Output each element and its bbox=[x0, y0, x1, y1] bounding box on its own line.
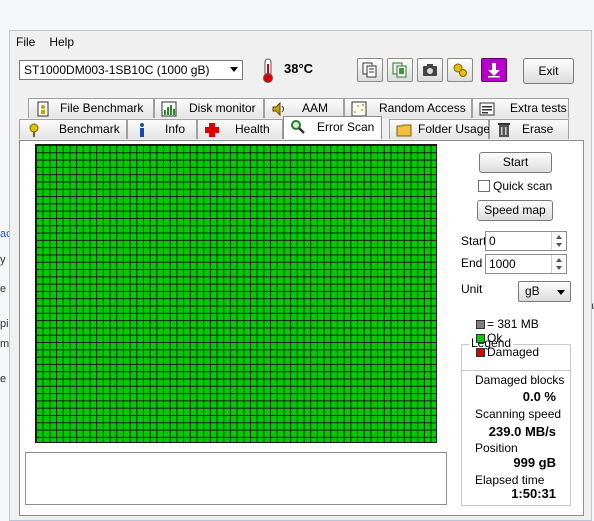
camera-icon bbox=[423, 64, 437, 76]
spin-up-icon bbox=[556, 235, 562, 239]
tab-aam[interactable]: AAM bbox=[264, 98, 344, 118]
end-position-input[interactable]: 1000 bbox=[485, 254, 567, 274]
trash-icon bbox=[498, 123, 510, 137]
quick-scan-label: Quick scan bbox=[493, 179, 553, 193]
spin-down-icon bbox=[556, 266, 562, 270]
tab-label: File Benchmark bbox=[60, 101, 144, 115]
options-button[interactable] bbox=[447, 58, 473, 82]
tab-extra-tests[interactable]: Extra tests bbox=[472, 98, 569, 118]
speed-map-button[interactable]: Speed map bbox=[477, 200, 553, 221]
tab-label: Info bbox=[165, 122, 186, 136]
tab-label: Erase bbox=[522, 122, 554, 136]
legend-damaged: Damaged bbox=[487, 345, 540, 359]
ok-swatch bbox=[476, 334, 485, 343]
info-icon bbox=[140, 123, 144, 137]
file-benchmark-icon bbox=[37, 101, 49, 117]
position-value: 999 gB bbox=[513, 455, 556, 470]
scanning-speed-value: 239.0 MB/s bbox=[488, 424, 556, 439]
spin-arrows[interactable] bbox=[551, 232, 566, 250]
tab-info[interactable]: Info bbox=[127, 119, 197, 139]
copy-info-button[interactable] bbox=[387, 58, 413, 82]
spin-up-icon bbox=[556, 258, 562, 262]
random-access-icon bbox=[351, 101, 367, 117]
magnifier-icon bbox=[291, 120, 305, 134]
background-text-fragment: y bbox=[0, 254, 6, 266]
extra-tests-icon bbox=[479, 102, 495, 116]
copy-text-button[interactable] bbox=[357, 58, 383, 82]
tab-label: Disk monitor bbox=[189, 101, 256, 115]
chevron-down-icon bbox=[230, 67, 238, 72]
copy-info-icon bbox=[392, 62, 407, 78]
tab-label: Extra tests bbox=[510, 101, 567, 115]
tab-random-access[interactable]: Random Access bbox=[344, 98, 472, 118]
damaged-blocks-label: Damaged blocks bbox=[475, 373, 565, 387]
tab-file-benchmark[interactable]: File Benchmark bbox=[28, 98, 154, 118]
hdtune-window: File Help ST1000DM003-1SB10C (1000 gB) 3… bbox=[9, 30, 592, 521]
end-position-value: 1000 bbox=[489, 257, 516, 271]
start-position-input[interactable]: 0 bbox=[485, 231, 567, 251]
elapsed-time-label: Elapsed time bbox=[475, 473, 545, 487]
tab-disk-monitor[interactable]: Disk monitor bbox=[154, 98, 264, 118]
start-scan-button[interactable]: Start bbox=[479, 152, 552, 173]
unit-select-value: gB bbox=[525, 284, 540, 298]
chevron-down-icon bbox=[557, 290, 565, 295]
thermometer-icon bbox=[263, 58, 273, 83]
block-size-swatch bbox=[476, 320, 485, 329]
tab-label: Benchmark bbox=[59, 122, 120, 136]
menu-file[interactable]: File bbox=[16, 33, 35, 51]
download-arrow-icon bbox=[488, 63, 500, 78]
speaker-icon bbox=[272, 101, 284, 117]
scanning-speed-label: Scanning speed bbox=[475, 407, 562, 421]
tab-label: Random Access bbox=[379, 101, 466, 115]
menu-bar: File Help bbox=[16, 33, 74, 51]
scan-log-box bbox=[25, 452, 447, 505]
drive-select[interactable]: ST1000DM003-1SB10C (1000 gB) bbox=[19, 60, 243, 80]
elapsed-time-value: 1:50:31 bbox=[511, 486, 556, 501]
end-position-label: End bbox=[461, 256, 483, 270]
options-icon bbox=[453, 63, 467, 77]
spin-down-icon bbox=[556, 243, 562, 247]
legend-ok: Ok bbox=[487, 331, 503, 345]
start-position-label: Start bbox=[461, 234, 487, 248]
unit-label: Unit bbox=[461, 282, 483, 296]
copy-text-icon bbox=[362, 62, 377, 78]
legend-block-size: = 381 MB bbox=[487, 317, 539, 331]
tab-label: Health bbox=[235, 122, 270, 136]
damaged-swatch bbox=[476, 348, 485, 357]
damaged-blocks-value: 0.0 % bbox=[522, 389, 556, 404]
folder-icon bbox=[396, 124, 412, 137]
background-text-fragment: m bbox=[0, 338, 10, 350]
tab-erase[interactable]: Erase bbox=[489, 119, 569, 139]
tab-folder-usage[interactable]: Folder Usage bbox=[389, 119, 491, 139]
drive-select-value: ST1000DM003-1SB10C (1000 gB) bbox=[24, 63, 210, 77]
start-position-value: 0 bbox=[489, 234, 496, 248]
spin-arrows[interactable] bbox=[551, 255, 566, 273]
benchmark-icon bbox=[29, 123, 39, 137]
tab-label: Folder Usage bbox=[418, 122, 491, 136]
menu-help[interactable]: Help bbox=[49, 33, 74, 51]
background-text-fragment: pi bbox=[0, 318, 9, 330]
tab-error-scan[interactable]: Error Scan bbox=[283, 116, 382, 139]
disk-monitor-icon bbox=[161, 101, 177, 117]
tab-health[interactable]: Health bbox=[197, 119, 283, 139]
health-cross-icon bbox=[205, 123, 219, 137]
tab-label: Error Scan bbox=[317, 120, 375, 134]
tab-benchmark[interactable]: Benchmark bbox=[19, 119, 127, 139]
position-label: Position bbox=[475, 441, 518, 455]
screenshot-button[interactable] bbox=[417, 58, 443, 82]
background-text-fragment: e bbox=[0, 283, 7, 295]
toolbar: ST1000DM003-1SB10C (1000 gB) 38°C Exit bbox=[10, 55, 591, 89]
block-map-grid bbox=[35, 144, 437, 443]
temperature-readout: 38°C bbox=[284, 61, 314, 76]
exit-button[interactable]: Exit bbox=[523, 58, 574, 84]
quick-scan-checkbox[interactable] bbox=[478, 180, 490, 192]
unit-select[interactable]: gB bbox=[518, 281, 571, 302]
save-download-button[interactable] bbox=[481, 58, 507, 82]
